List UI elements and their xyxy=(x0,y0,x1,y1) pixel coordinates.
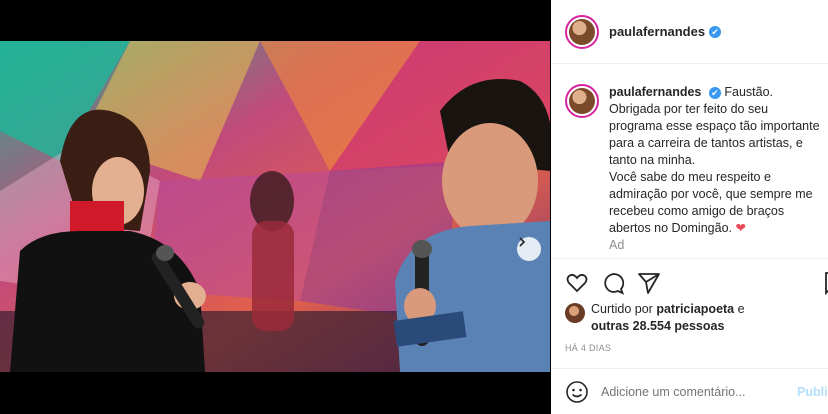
timestamp[interactable]: HÁ 4 DIAS xyxy=(565,343,611,353)
likes-prefix: Curtido por xyxy=(591,302,653,316)
verified-icon: ✔ xyxy=(708,86,721,99)
likes-conj: e xyxy=(737,302,745,316)
comment-input[interactable] xyxy=(601,384,781,399)
actions-section: Curtido por patriciapoeta e outras 28.55… xyxy=(551,258,828,376)
post-header: paulafernandes ✔ xyxy=(551,0,828,64)
caption-username[interactable]: paulafernandes xyxy=(609,85,701,99)
post-sidebar: paulafernandes ✔ paulafernandes ✔ Faustã… xyxy=(551,0,828,414)
photo-scene xyxy=(0,41,550,372)
likes-summary: Curtido por patriciapoeta e outras 28.55… xyxy=(565,301,791,335)
avatar[interactable] xyxy=(565,303,585,323)
action-icons xyxy=(565,271,828,295)
likes-user[interactable]: patriciapoeta xyxy=(656,302,734,316)
next-arrow-icon[interactable] xyxy=(517,237,541,261)
share-icon[interactable] xyxy=(637,271,661,295)
avatar[interactable] xyxy=(565,14,599,49)
heart-emoji: ❤ xyxy=(735,221,746,235)
likes-text: Curtido por patriciapoeta e outras 28.55… xyxy=(591,301,791,335)
verified-icon: ✔ xyxy=(709,25,722,38)
avatar[interactable] xyxy=(565,84,599,118)
caption-line: Obrigada por ter feito do seu programa e… xyxy=(609,102,820,167)
caption-text: paulafernandes ✔ Faustão. Obrigada por t… xyxy=(609,84,824,256)
comment-bar: Publi xyxy=(551,368,828,414)
caption-more: Ad xyxy=(609,238,625,252)
caption-line: Faustão. xyxy=(724,85,773,99)
caption: paulafernandes ✔ Faustão. Obrigada por t… xyxy=(565,84,828,256)
emoji-icon[interactable] xyxy=(565,380,589,404)
caption-line: Você sabe do meu respeito e admiração po… xyxy=(609,170,813,235)
heart-icon[interactable] xyxy=(565,271,589,295)
publish-button[interactable]: Publi xyxy=(797,385,828,399)
post-modal: paulafernandes ✔ paulafernandes ✔ Faustã… xyxy=(0,0,828,414)
likes-others[interactable]: outras 28.554 pessoas xyxy=(591,319,724,333)
comment-icon[interactable] xyxy=(601,271,625,295)
username[interactable]: paulafernandes xyxy=(609,24,705,39)
post-photo[interactable] xyxy=(0,41,550,372)
bookmark-icon[interactable] xyxy=(821,271,828,295)
